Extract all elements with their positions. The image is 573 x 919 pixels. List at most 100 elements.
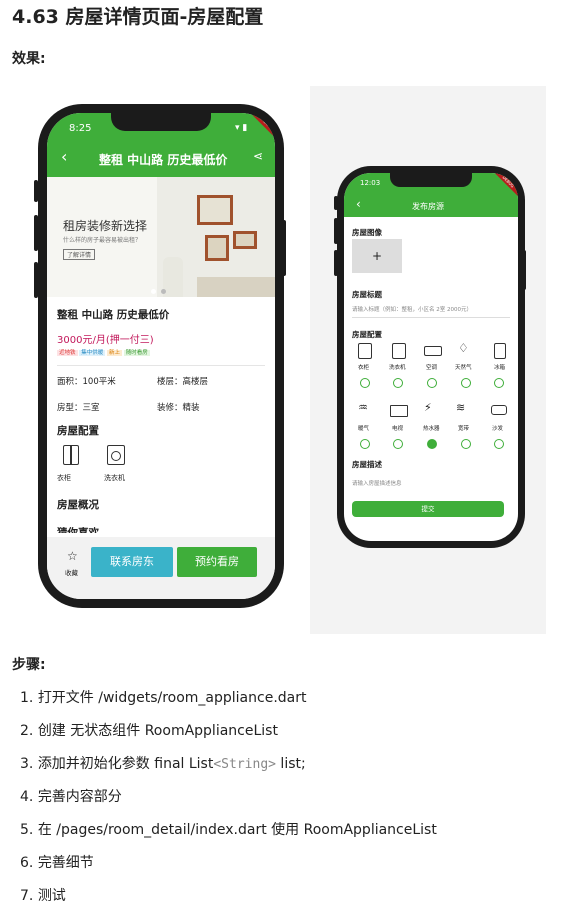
washer-icon[interactable] bbox=[392, 343, 406, 359]
star-icon[interactable]: ☆ bbox=[67, 549, 78, 563]
ac-icon[interactable] bbox=[424, 346, 442, 356]
steps-label: 步骤: bbox=[12, 657, 46, 673]
step-number: 5. bbox=[20, 822, 34, 838]
step-text: 在 /pages/room_detail/index.dart 使用 RoomA… bbox=[37, 822, 437, 838]
house-price: 3000元/月(押一付三) bbox=[57, 335, 154, 346]
banner-heading: 租房装修新选择 bbox=[63, 219, 148, 233]
phone-left: 8:25 ▾ ▮ ‹ 整租 中山路 历史最低价 ⋖ DEBUG 租房装修新选择 … bbox=[38, 104, 284, 608]
appliance-label: 空调 bbox=[426, 365, 438, 371]
step-text: 测试 bbox=[37, 888, 66, 904]
banner-table bbox=[197, 277, 275, 297]
appliance-radio[interactable] bbox=[393, 439, 403, 449]
banner-frame bbox=[205, 235, 229, 261]
step-item: 5. 在 /pages/room_detail/index.dart 使用 Ro… bbox=[20, 820, 437, 853]
sofa-icon[interactable] bbox=[491, 405, 507, 415]
water-heater-icon[interactable]: ⚡ bbox=[424, 401, 432, 414]
wardrobe-icon[interactable] bbox=[358, 343, 372, 359]
appliance-radio[interactable] bbox=[461, 378, 471, 388]
back-icon[interactable]: ‹ bbox=[61, 147, 67, 166]
step-item: 6. 完善细节 bbox=[20, 853, 437, 886]
appliance-label: 洗衣机 bbox=[389, 365, 406, 371]
appliance-label: 衣柜 bbox=[358, 365, 370, 371]
banner-frame bbox=[233, 231, 257, 249]
book-viewing-button[interactable]: 预约看房 bbox=[177, 547, 257, 577]
step-item: 1. 打开文件 /widgets/room_appliance.dart bbox=[20, 688, 437, 721]
appliance-label: 天然气 bbox=[455, 365, 472, 371]
step-number: 6. bbox=[20, 855, 34, 871]
tv-icon[interactable] bbox=[390, 405, 408, 417]
desc-section-title: 房屋描述 bbox=[352, 460, 382, 469]
phone-right-screen: 12:03 ‹ 发布房源 DEBUG 房屋图像 + 房屋标题 请输入标题（例如：… bbox=[344, 173, 518, 541]
step-number: 4. bbox=[20, 789, 34, 805]
house-tags: 近地铁 集中供暖 新上 随时看房 bbox=[57, 348, 150, 356]
appliance-label: 洗衣机 bbox=[104, 474, 125, 482]
banner-frame bbox=[197, 195, 233, 225]
info-area: 面积：100平米 bbox=[57, 377, 116, 387]
overview-section-title: 房屋概况 bbox=[57, 499, 99, 511]
appliance-radio[interactable] bbox=[360, 378, 370, 388]
appliance-radio-selected[interactable] bbox=[427, 439, 437, 449]
step-item: 2. 创建 无状态组件 RoomApplianceList bbox=[20, 721, 437, 754]
phone-left-screen: 8:25 ▾ ▮ ‹ 整租 中山路 历史最低价 ⋖ DEBUG 租房装修新选择 … bbox=[47, 113, 275, 599]
fridge-icon[interactable] bbox=[494, 343, 506, 359]
add-image-button[interactable]: + bbox=[352, 239, 402, 273]
tag: 新上 bbox=[107, 350, 123, 356]
heating-icon[interactable]: ♒ bbox=[358, 401, 368, 414]
bottom-action-bar: ☆ 收藏 联系房东 预约看房 bbox=[47, 537, 275, 599]
status-time: 12:03 bbox=[360, 179, 381, 187]
step-number: 7. bbox=[20, 888, 34, 904]
wifi-icon[interactable]: ≋ bbox=[456, 401, 465, 414]
phone-right: 12:03 ‹ 发布房源 DEBUG 房屋图像 + 房屋标题 请输入标题（例如：… bbox=[337, 166, 525, 548]
step-number: 2. bbox=[20, 723, 34, 739]
appliance-radio[interactable] bbox=[461, 439, 471, 449]
banner-detail-button[interactable]: 了解详情 bbox=[63, 249, 96, 260]
step-text: 完善内容部分 bbox=[37, 789, 122, 805]
step-item: 4. 完善内容部分 bbox=[20, 787, 437, 820]
appliance-radio[interactable] bbox=[427, 378, 437, 388]
appliance-radio[interactable] bbox=[393, 378, 403, 388]
appliance-label: 热水器 bbox=[423, 426, 440, 432]
step-item: 3. 添加并初始化参数 final List<String> list; bbox=[20, 754, 437, 787]
carousel-dot[interactable] bbox=[151, 289, 156, 294]
status-icons: ▾ ▮ bbox=[235, 123, 248, 133]
appliance-radio[interactable] bbox=[494, 439, 504, 449]
divider bbox=[57, 365, 265, 366]
steps-list: 1. 打开文件 /widgets/room_appliance.dart 2. … bbox=[20, 688, 437, 919]
carousel-dot[interactable] bbox=[161, 289, 166, 294]
step-text: 打开文件 /widgets/room_appliance.dart bbox=[37, 690, 307, 706]
title-section-title: 房屋标题 bbox=[352, 290, 382, 299]
contact-landlord-button[interactable]: 联系房东 bbox=[91, 547, 173, 577]
step-text: 添加并初始化参数 final List bbox=[37, 756, 214, 772]
desc-input[interactable]: 请输入房屋描述信息 bbox=[352, 479, 402, 487]
step-code: <String> bbox=[213, 757, 276, 772]
submit-button[interactable]: 提交 bbox=[352, 501, 504, 517]
back-icon[interactable]: ‹ bbox=[356, 197, 361, 211]
appliance-label: 电视 bbox=[392, 426, 404, 432]
gas-icon[interactable]: ♢ bbox=[458, 341, 469, 355]
favorite-label[interactable]: 收藏 bbox=[65, 567, 78, 577]
appliance-label: 冰箱 bbox=[494, 365, 506, 371]
appliance-radio[interactable] bbox=[360, 439, 370, 449]
title-input[interactable]: 请输入标题（例如：整租，小区名 2室 2000元） bbox=[352, 305, 472, 313]
config-section-title: 房屋配置 bbox=[352, 330, 382, 339]
info-floor: 楼层：高楼层 bbox=[157, 377, 209, 387]
step-text: 创建 无状态组件 RoomApplianceList bbox=[37, 723, 278, 739]
wardrobe-icon bbox=[63, 445, 79, 465]
banner-carousel[interactable]: 租房装修新选择 什么样的房子最容易被出租？ 了解详情 bbox=[47, 177, 275, 297]
banner-subtitle: 什么样的房子最容易被出租？ bbox=[63, 237, 142, 244]
step-text: 完善细节 bbox=[37, 855, 94, 871]
guess-section-title: 猜你喜欢 bbox=[57, 527, 99, 533]
image-section-title: 房屋图像 bbox=[352, 228, 382, 237]
info-decoration: 装修：精装 bbox=[157, 403, 200, 413]
appliance-label: 衣柜 bbox=[57, 474, 71, 482]
share-icon[interactable]: ⋖ bbox=[253, 149, 263, 163]
tag: 随时看房 bbox=[123, 350, 150, 356]
page-title: 4.63 房屋详情页面-房屋配置 bbox=[12, 6, 264, 28]
tag: 集中供暖 bbox=[79, 350, 106, 356]
appliance-radio[interactable] bbox=[494, 378, 504, 388]
banner-vase bbox=[163, 257, 183, 297]
appliance-label: 暖气 bbox=[358, 426, 370, 432]
washer-icon bbox=[107, 445, 125, 465]
step-number: 1. bbox=[20, 690, 34, 706]
step-number: 3. bbox=[20, 756, 34, 772]
